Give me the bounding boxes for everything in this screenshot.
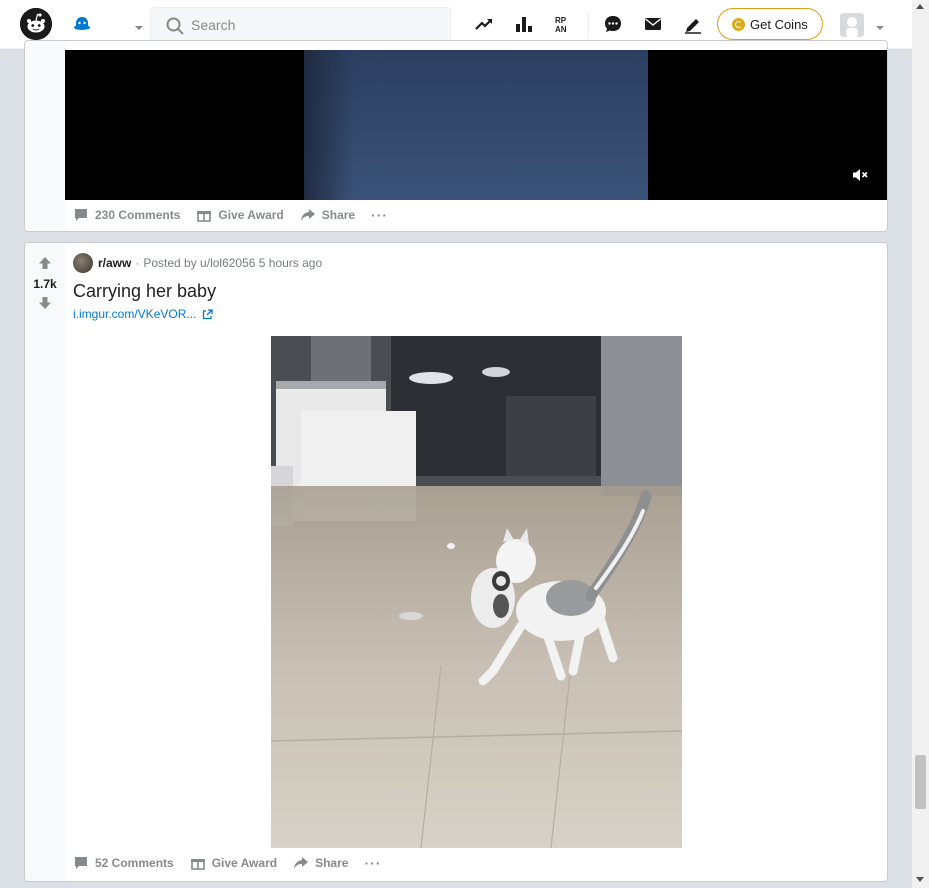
posted-by: Posted by u/lol62056 5 hours ago bbox=[143, 256, 323, 270]
get-coins-label: Get Coins bbox=[750, 17, 808, 32]
post-actions: 52 Comments Give Award Share ··· bbox=[73, 853, 381, 873]
comment-icon bbox=[75, 857, 87, 869]
rpan-icon[interactable]: RP AN bbox=[554, 14, 574, 34]
leaderboard-icon[interactable] bbox=[514, 14, 534, 34]
share-label: Share bbox=[315, 856, 349, 870]
scrollbar-thumb[interactable] bbox=[915, 755, 926, 809]
search-icon bbox=[165, 16, 185, 36]
post-meta: r/aww · Posted by u/lol62056 5 hours ago bbox=[73, 253, 322, 273]
comments-button[interactable]: 52 Comments bbox=[73, 855, 174, 871]
vote-bar: 1.7k bbox=[25, 243, 65, 881]
avatar[interactable] bbox=[840, 13, 864, 37]
mute-icon[interactable] bbox=[851, 166, 869, 184]
comments-label: 52 Comments bbox=[95, 856, 174, 870]
give-award-button[interactable]: Give Award bbox=[196, 207, 284, 223]
post-link[interactable]: i.imgur.com/VKeVOR... bbox=[73, 307, 214, 321]
get-coins-button[interactable]: Get Coins bbox=[717, 8, 823, 40]
vote-bar bbox=[25, 41, 65, 231]
share-icon bbox=[300, 209, 315, 221]
scroll-up-arrow-icon[interactable] bbox=[916, 4, 924, 9]
post-title[interactable]: Carrying her baby bbox=[73, 281, 216, 302]
share-label: Share bbox=[321, 208, 356, 222]
vote-count: 1.7k bbox=[33, 277, 57, 291]
comments-label: 230 Comments bbox=[95, 208, 181, 222]
scroll-down-arrow-icon[interactable] bbox=[916, 877, 924, 882]
video-frame bbox=[304, 50, 648, 200]
page-scrollbar[interactable] bbox=[912, 0, 929, 888]
external-link-icon bbox=[203, 308, 214, 319]
chevron-down-icon[interactable] bbox=[134, 20, 144, 30]
chat-icon[interactable] bbox=[603, 14, 623, 34]
upvote-arrow-icon[interactable] bbox=[37, 255, 53, 271]
share-button[interactable]: Share bbox=[300, 207, 355, 223]
post-actions: 230 Comments Give Award Share ··· bbox=[73, 205, 388, 225]
comment-icon bbox=[75, 209, 87, 221]
more-options-button[interactable]: ··· bbox=[364, 855, 381, 871]
svg-text:RP: RP bbox=[555, 16, 567, 25]
post-card[interactable]: 230 Comments Give Award Share ··· bbox=[24, 40, 888, 232]
share-button[interactable]: Share bbox=[293, 855, 348, 871]
gift-icon bbox=[197, 211, 212, 222]
home-icon[interactable] bbox=[72, 14, 92, 34]
post-image[interactable] bbox=[271, 336, 682, 848]
meta-separator: · bbox=[135, 256, 140, 270]
search-bar[interactable]: Search bbox=[150, 7, 451, 43]
comments-button[interactable]: 230 Comments bbox=[73, 207, 180, 223]
search-input[interactable]: Search bbox=[191, 17, 235, 33]
give-award-label: Give Award bbox=[211, 856, 278, 870]
more-options-button[interactable]: ··· bbox=[371, 207, 388, 223]
downvote-arrow-icon[interactable] bbox=[37, 295, 53, 311]
subreddit-icon[interactable] bbox=[73, 253, 93, 273]
coin-icon bbox=[732, 18, 745, 31]
reddit-logo[interactable] bbox=[20, 8, 52, 40]
chevron-down-icon[interactable] bbox=[875, 20, 885, 30]
nav-divider bbox=[588, 11, 589, 39]
mail-icon[interactable] bbox=[643, 14, 663, 34]
give-award-label: Give Award bbox=[218, 208, 284, 222]
video-player[interactable] bbox=[65, 50, 887, 200]
gift-icon bbox=[190, 859, 205, 870]
trending-icon[interactable] bbox=[474, 14, 494, 34]
post-link-text: i.imgur.com/VKeVOR... bbox=[73, 307, 197, 321]
share-icon bbox=[294, 857, 309, 869]
post-card[interactable]: 1.7k r/aww · Posted by u/lol62056 5 hour… bbox=[24, 242, 888, 882]
create-post-icon[interactable] bbox=[683, 14, 703, 34]
give-award-button[interactable]: Give Award bbox=[190, 855, 277, 871]
subreddit-link[interactable]: r/aww bbox=[98, 256, 131, 270]
svg-text:AN: AN bbox=[555, 25, 567, 34]
